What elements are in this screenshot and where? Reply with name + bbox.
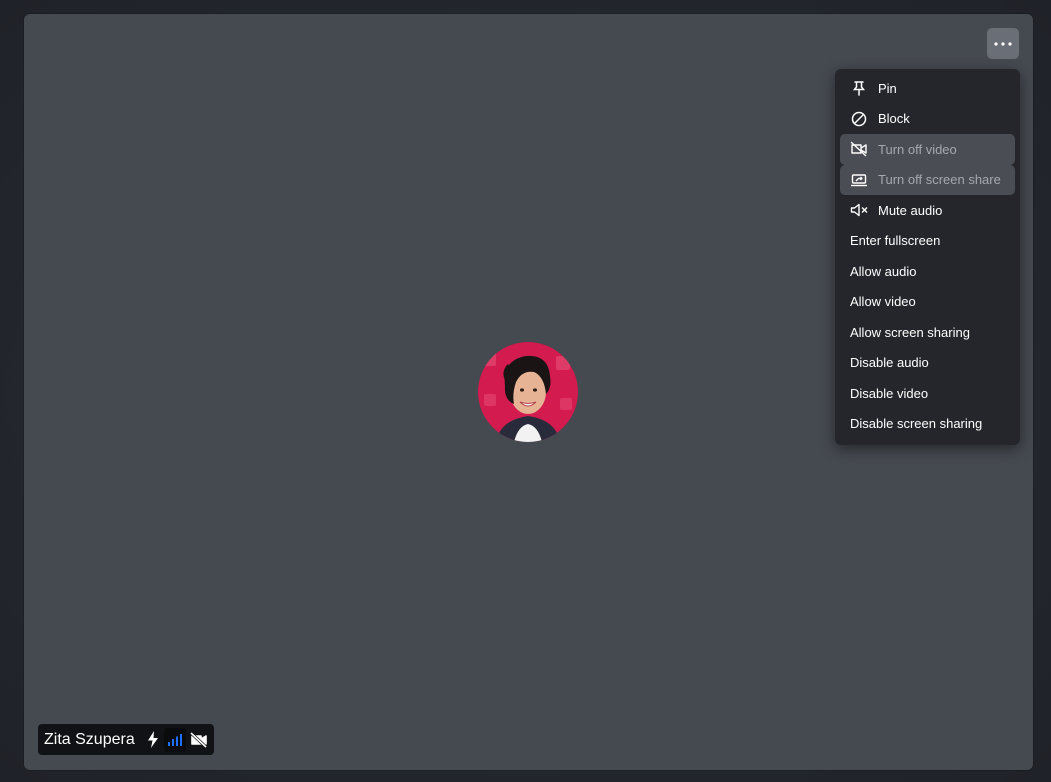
- more-horizontal-icon: [994, 41, 1012, 46]
- menu-item-disable-video[interactable]: Disable video: [840, 378, 1015, 409]
- menu-item-label: Turn off screen share: [878, 172, 1001, 188]
- more-options-button[interactable]: [987, 28, 1019, 59]
- menu-item-turn-off-video[interactable]: Turn off video: [840, 134, 1015, 165]
- menu-item-label: Mute audio: [878, 202, 943, 218]
- menu-item-label: Allow audio: [850, 263, 917, 279]
- screen-share-off-icon: [850, 171, 868, 189]
- menu-item-enter-fullscreen[interactable]: Enter fullscreen: [840, 226, 1015, 257]
- video-off-icon: [189, 730, 208, 750]
- lightning-icon: [144, 730, 163, 750]
- menu-item-label: Turn off video: [878, 141, 957, 157]
- call-stage: Pin Block Turn off video Turn off screen…: [0, 0, 1051, 782]
- menu-item-label: Block: [878, 111, 910, 127]
- block-icon: [850, 110, 868, 128]
- participant-options-menu: Pin Block Turn off video Turn off screen…: [835, 69, 1020, 445]
- menu-item-disable-audio[interactable]: Disable audio: [840, 348, 1015, 379]
- pin-icon: [850, 79, 868, 97]
- menu-item-allow-audio[interactable]: Allow audio: [840, 256, 1015, 287]
- menu-item-block[interactable]: Block: [840, 104, 1015, 135]
- video-off-icon: [850, 140, 868, 158]
- menu-item-label: Disable audio: [850, 355, 929, 371]
- menu-item-pin[interactable]: Pin: [840, 73, 1015, 104]
- participant-name: Zita Szupera: [44, 730, 135, 748]
- participant-name-tag: Zita Szupera: [38, 724, 214, 755]
- menu-item-label: Disable video: [850, 385, 929, 401]
- menu-item-label: Disable screen sharing: [850, 416, 983, 432]
- menu-item-allow-screen-sharing[interactable]: Allow screen sharing: [840, 317, 1015, 348]
- menu-item-mute-audio[interactable]: Mute audio: [840, 195, 1015, 226]
- menu-item-disable-screen-sharing[interactable]: Disable screen sharing: [840, 409, 1015, 440]
- menu-item-label: Enter fullscreen: [850, 233, 941, 249]
- participant-avatar: [478, 342, 578, 442]
- menu-item-turn-off-screen-share[interactable]: Turn off screen share: [840, 164, 1015, 195]
- signal-strength-icon: [164, 727, 187, 752]
- menu-item-allow-video[interactable]: Allow video: [840, 287, 1015, 318]
- menu-item-label: Allow screen sharing: [850, 324, 970, 340]
- menu-item-label: Pin: [878, 80, 897, 96]
- menu-item-label: Allow video: [850, 294, 916, 310]
- speaker-mute-icon: [850, 201, 868, 219]
